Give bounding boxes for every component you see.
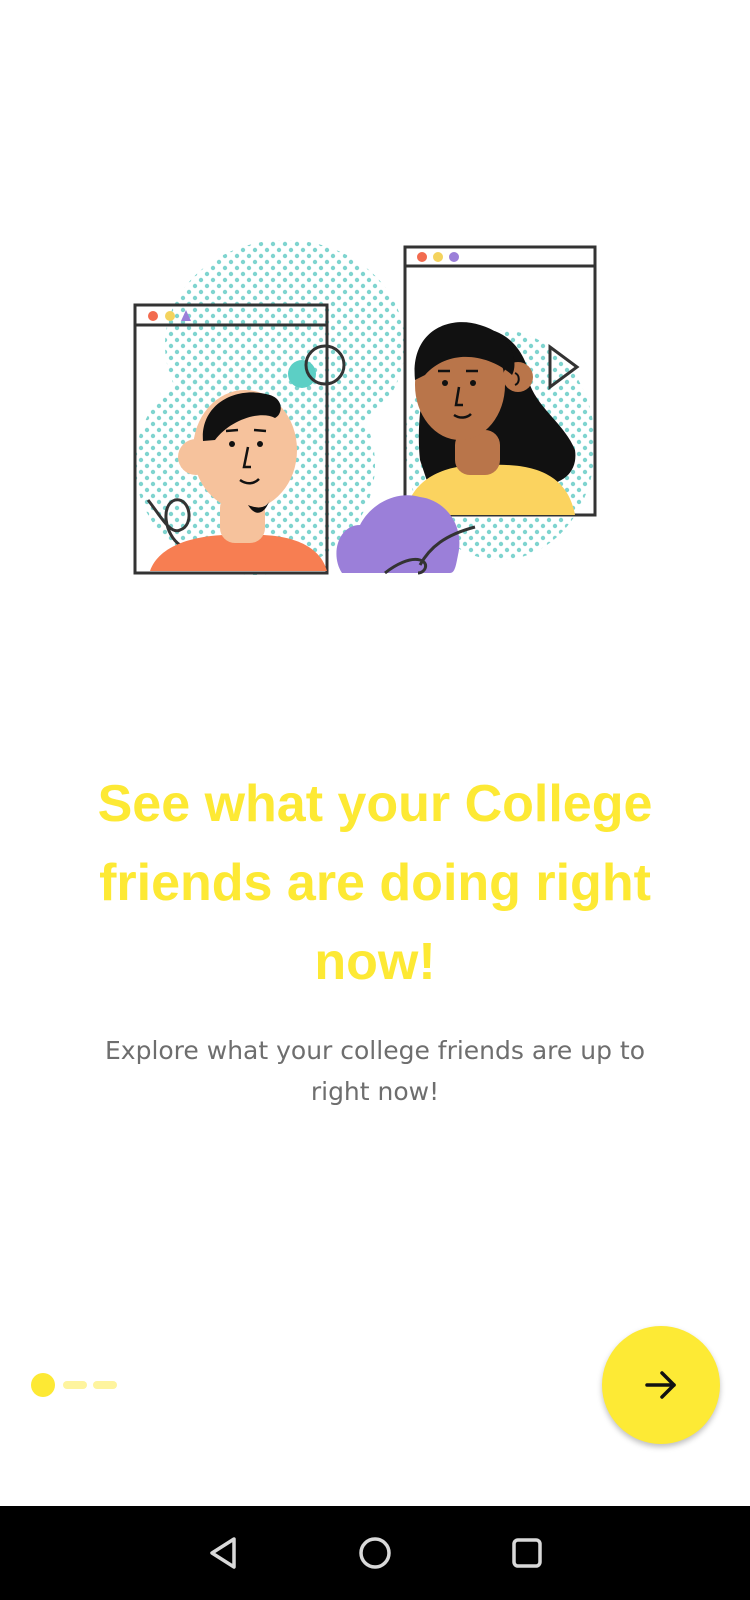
home-button[interactable] (353, 1531, 397, 1575)
back-button[interactable] (202, 1531, 246, 1575)
system-navigation-bar (0, 1506, 750, 1600)
page-dot-active (31, 1373, 55, 1397)
back-icon (210, 1537, 236, 1569)
onboarding-headline: See what your College friends are doing … (97, 775, 653, 991)
page-dot-inactive (63, 1381, 87, 1389)
onboarding-subtitle: Explore what your college friends are up… (104, 1036, 645, 1106)
arrow-right-icon (645, 1371, 676, 1399)
video-call-illustration (133, 240, 597, 575)
recents-button[interactable] (505, 1531, 549, 1575)
next-button[interactable] (602, 1326, 720, 1444)
page-dot-inactive (93, 1381, 117, 1389)
home-icon (359, 1537, 391, 1569)
recents-icon (512, 1538, 542, 1568)
onboarding-screen: See what your College friends are doing … (0, 0, 750, 1506)
